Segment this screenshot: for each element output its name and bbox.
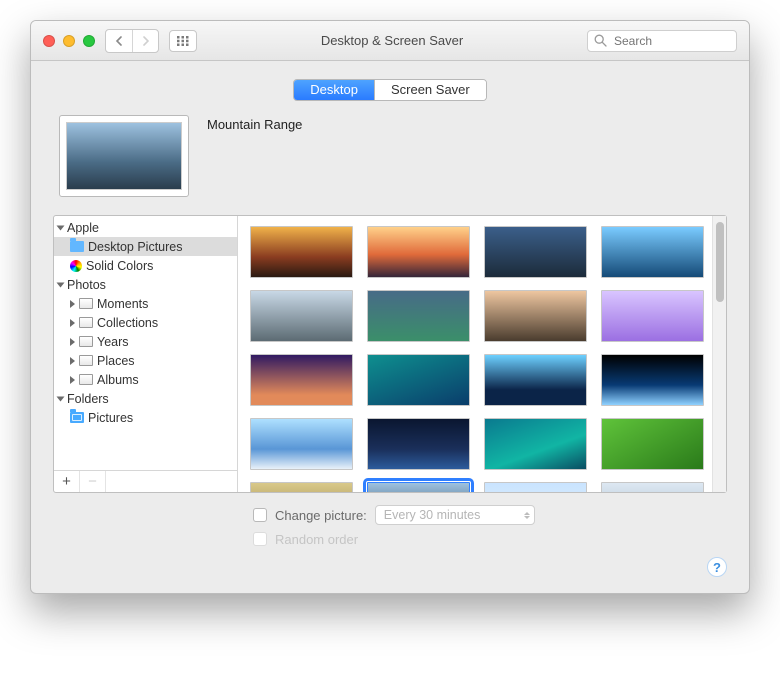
wallpaper-thumb[interactable] bbox=[601, 290, 704, 342]
preferences-window: Desktop & Screen Saver Desktop Screen Sa… bbox=[30, 20, 750, 594]
zoom-window-button[interactable] bbox=[83, 35, 95, 47]
titlebar: Desktop & Screen Saver bbox=[31, 21, 749, 61]
collection-icon bbox=[79, 298, 93, 309]
item-places[interactable]: Places bbox=[54, 351, 237, 370]
change-interval-select[interactable]: Every 30 minutes bbox=[375, 505, 535, 525]
wallpaper-thumb[interactable] bbox=[367, 226, 470, 278]
source-panel: Apple Desktop Pictures Solid Colors Phot… bbox=[53, 215, 727, 493]
sidebar-footer: + − bbox=[54, 470, 237, 492]
disclosure-triangle-icon bbox=[57, 225, 65, 230]
wallpaper-thumb[interactable] bbox=[250, 226, 353, 278]
sidebar: Apple Desktop Pictures Solid Colors Phot… bbox=[54, 216, 238, 492]
item-desktop-pictures[interactable]: Desktop Pictures bbox=[54, 237, 237, 256]
wallpaper-thumb[interactable] bbox=[484, 290, 587, 342]
collection-icon bbox=[79, 374, 93, 385]
nav-back-forward bbox=[105, 29, 159, 53]
search-field-wrapper bbox=[587, 30, 737, 52]
disclosure-triangle-icon bbox=[70, 300, 75, 308]
group-photos[interactable]: Photos bbox=[54, 275, 237, 294]
close-window-button[interactable] bbox=[43, 35, 55, 47]
wallpaper-thumb[interactable] bbox=[250, 290, 353, 342]
item-pictures[interactable]: Pictures bbox=[54, 408, 237, 427]
remove-source-button[interactable]: − bbox=[80, 471, 106, 492]
change-picture-label: Change picture: bbox=[275, 508, 367, 523]
disclosure-triangle-icon bbox=[70, 319, 75, 327]
wallpaper-thumb[interactable] bbox=[250, 482, 353, 492]
wallpaper-thumb[interactable] bbox=[484, 354, 587, 406]
item-solid-colors[interactable]: Solid Colors bbox=[54, 256, 237, 275]
thumbnail-area bbox=[238, 216, 726, 492]
item-moments[interactable]: Moments bbox=[54, 294, 237, 313]
change-picture-checkbox[interactable] bbox=[253, 508, 267, 522]
wallpaper-thumb-selected[interactable] bbox=[367, 482, 470, 492]
item-collections[interactable]: Collections bbox=[54, 313, 237, 332]
up-down-caret-icon bbox=[524, 512, 530, 519]
tab-desktop[interactable]: Desktop bbox=[294, 80, 374, 100]
group-apple[interactable]: Apple bbox=[54, 218, 237, 237]
wallpaper-thumb[interactable] bbox=[250, 354, 353, 406]
grid-icon bbox=[177, 36, 189, 46]
folder-icon bbox=[70, 241, 84, 252]
collection-icon bbox=[79, 336, 93, 347]
wallpaper-thumb[interactable] bbox=[250, 418, 353, 470]
disclosure-triangle-icon bbox=[57, 282, 65, 287]
random-order-row: Random order bbox=[253, 527, 727, 551]
wallpaper-thumb[interactable] bbox=[367, 354, 470, 406]
tab-screen-saver[interactable]: Screen Saver bbox=[374, 80, 486, 100]
tab-bar: Desktop Screen Saver bbox=[53, 79, 727, 101]
random-order-label: Random order bbox=[275, 532, 358, 547]
group-folders[interactable]: Folders bbox=[54, 389, 237, 408]
random-order-checkbox bbox=[253, 532, 267, 546]
source-list: Apple Desktop Pictures Solid Colors Phot… bbox=[54, 216, 237, 470]
disclosure-triangle-icon bbox=[70, 357, 75, 365]
window-controls bbox=[43, 35, 95, 47]
chevron-left-icon bbox=[115, 36, 123, 46]
item-years[interactable]: Years bbox=[54, 332, 237, 351]
disclosure-triangle-icon bbox=[70, 338, 75, 346]
select-value: Every 30 minutes bbox=[384, 508, 481, 522]
chevron-right-icon bbox=[142, 36, 150, 46]
current-wallpaper-preview: Mountain Range bbox=[59, 115, 727, 197]
disclosure-triangle-icon bbox=[70, 376, 75, 384]
item-albums[interactable]: Albums bbox=[54, 370, 237, 389]
wallpaper-thumb[interactable] bbox=[601, 226, 704, 278]
window-title: Desktop & Screen Saver bbox=[207, 33, 577, 48]
wallpaper-thumb[interactable] bbox=[601, 354, 704, 406]
minimize-window-button[interactable] bbox=[63, 35, 75, 47]
wallpaper-thumb[interactable] bbox=[484, 418, 587, 470]
preview-image bbox=[66, 122, 182, 190]
scrollbar-knob[interactable] bbox=[716, 222, 724, 302]
wallpaper-thumb[interactable] bbox=[367, 418, 470, 470]
forward-button[interactable] bbox=[132, 30, 158, 52]
thumbnail-grid bbox=[238, 216, 712, 492]
collection-icon bbox=[79, 317, 93, 328]
change-picture-row: Change picture: Every 30 minutes bbox=[253, 503, 727, 527]
pictures-folder-icon bbox=[70, 412, 84, 423]
wallpaper-thumb[interactable] bbox=[367, 290, 470, 342]
color-wheel-icon bbox=[70, 260, 82, 272]
search-input[interactable] bbox=[587, 30, 737, 52]
add-source-button[interactable]: + bbox=[54, 471, 80, 492]
help-area: ? bbox=[53, 557, 727, 577]
disclosure-triangle-icon bbox=[57, 396, 65, 401]
preview-label: Mountain Range bbox=[207, 115, 302, 132]
wallpaper-thumb[interactable] bbox=[484, 482, 587, 492]
wallpaper-thumb[interactable] bbox=[601, 482, 704, 492]
help-button[interactable]: ? bbox=[707, 557, 727, 577]
collection-icon bbox=[79, 355, 93, 366]
wallpaper-thumb[interactable] bbox=[484, 226, 587, 278]
wallpaper-thumb[interactable] bbox=[601, 418, 704, 470]
preview-well[interactable] bbox=[59, 115, 189, 197]
scrollbar[interactable] bbox=[712, 216, 726, 492]
search-icon bbox=[594, 34, 607, 47]
show-all-button[interactable] bbox=[169, 30, 197, 52]
back-button[interactable] bbox=[106, 30, 132, 52]
options: Change picture: Every 30 minutes Random … bbox=[53, 503, 727, 551]
